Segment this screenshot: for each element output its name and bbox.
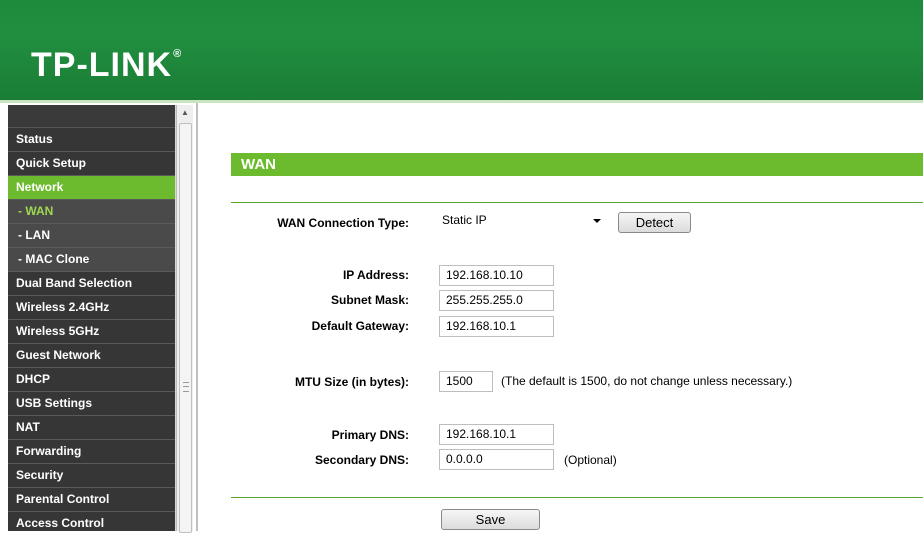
save-button[interactable]: Save xyxy=(441,509,540,530)
sidebar-scrollbar[interactable]: ▲ xyxy=(176,105,193,533)
sidebar-divider xyxy=(196,103,198,531)
mtu-size-note: (The default is 1500, do not change unle… xyxy=(501,374,793,388)
secondary-dns-label: Secondary DNS: xyxy=(314,453,409,467)
sidebar-item-status[interactable]: Status xyxy=(8,128,175,152)
wan-connection-type-label: WAN Connection Type: xyxy=(277,216,409,230)
default-gateway-label: Default Gateway: xyxy=(311,319,409,333)
scrollbar-grip-icon xyxy=(183,382,189,392)
sidebar-item-dhcp[interactable]: DHCP xyxy=(8,368,175,392)
primary-dns-label: Primary DNS: xyxy=(331,428,409,442)
sidebar-menu: Status Quick Setup Network - WAN - LAN - MAC … xyxy=(8,105,175,531)
chevron-down-icon xyxy=(593,219,601,223)
section-top-rule xyxy=(231,202,923,203)
header-divider xyxy=(0,100,923,103)
wan-connection-type-value: Static IP xyxy=(442,213,487,227)
sidebar-item-wireless-5ghz[interactable]: Wireless 5GHz xyxy=(8,320,175,344)
subnet-mask-input[interactable]: 255.255.255.0 xyxy=(439,290,554,311)
sidebar-item-lan[interactable]: - LAN xyxy=(8,224,175,248)
mtu-size-input[interactable]: 1500 xyxy=(439,371,493,392)
sidebar-item-usb-settings[interactable]: USB Settings xyxy=(8,392,175,416)
secondary-dns-optional-note: (Optional) xyxy=(564,453,617,467)
sidebar-top-spacer xyxy=(8,105,175,128)
sidebar-item-dual-band-selection[interactable]: Dual Band Selection xyxy=(8,272,175,296)
primary-dns-input[interactable]: 192.168.10.1 xyxy=(439,424,554,445)
sidebar-item-quick-setup[interactable]: Quick Setup xyxy=(8,152,175,176)
scroll-up-arrow-icon[interactable]: ▲ xyxy=(177,105,193,121)
sidebar: Status Quick Setup Network - WAN - LAN - MAC … xyxy=(8,105,193,533)
default-gateway-input[interactable]: 192.168.10.1 xyxy=(439,316,554,337)
sidebar-item-access-control[interactable]: Access Control xyxy=(8,512,175,531)
registered-mark: ® xyxy=(173,48,183,60)
header-bar: TP-LINK® xyxy=(0,0,923,100)
sidebar-item-parental-control[interactable]: Parental Control xyxy=(8,488,175,512)
subnet-mask-label: Subnet Mask: xyxy=(330,293,409,307)
ip-address-label: IP Address: xyxy=(342,268,409,282)
ip-address-input[interactable]: 192.168.10.10 xyxy=(439,265,554,286)
sidebar-item-nat[interactable]: NAT xyxy=(8,416,175,440)
sidebar-item-mac-clone[interactable]: - MAC Clone xyxy=(8,248,175,272)
sidebar-item-network[interactable]: Network xyxy=(8,176,175,200)
logo-text: TP-LINK xyxy=(31,46,173,84)
detect-button[interactable]: Detect xyxy=(618,212,691,233)
sidebar-item-forwarding[interactable]: Forwarding xyxy=(8,440,175,464)
sidebar-item-security[interactable]: Security xyxy=(8,464,175,488)
wan-connection-type-select[interactable]: Static IP xyxy=(439,211,607,232)
section-bottom-rule xyxy=(231,497,923,498)
sidebar-item-guest-network[interactable]: Guest Network xyxy=(8,344,175,368)
tp-link-logo: TP-LINK® xyxy=(31,46,182,85)
sidebar-item-wireless-2-4ghz[interactable]: Wireless 2.4GHz xyxy=(8,296,175,320)
sidebar-item-wan[interactable]: - WAN xyxy=(8,200,175,224)
mtu-size-label: MTU Size (in bytes): xyxy=(294,375,409,389)
secondary-dns-input[interactable]: 0.0.0.0 xyxy=(439,449,554,470)
section-title-bar: WAN xyxy=(231,153,923,176)
scrollbar-thumb[interactable] xyxy=(179,123,192,533)
